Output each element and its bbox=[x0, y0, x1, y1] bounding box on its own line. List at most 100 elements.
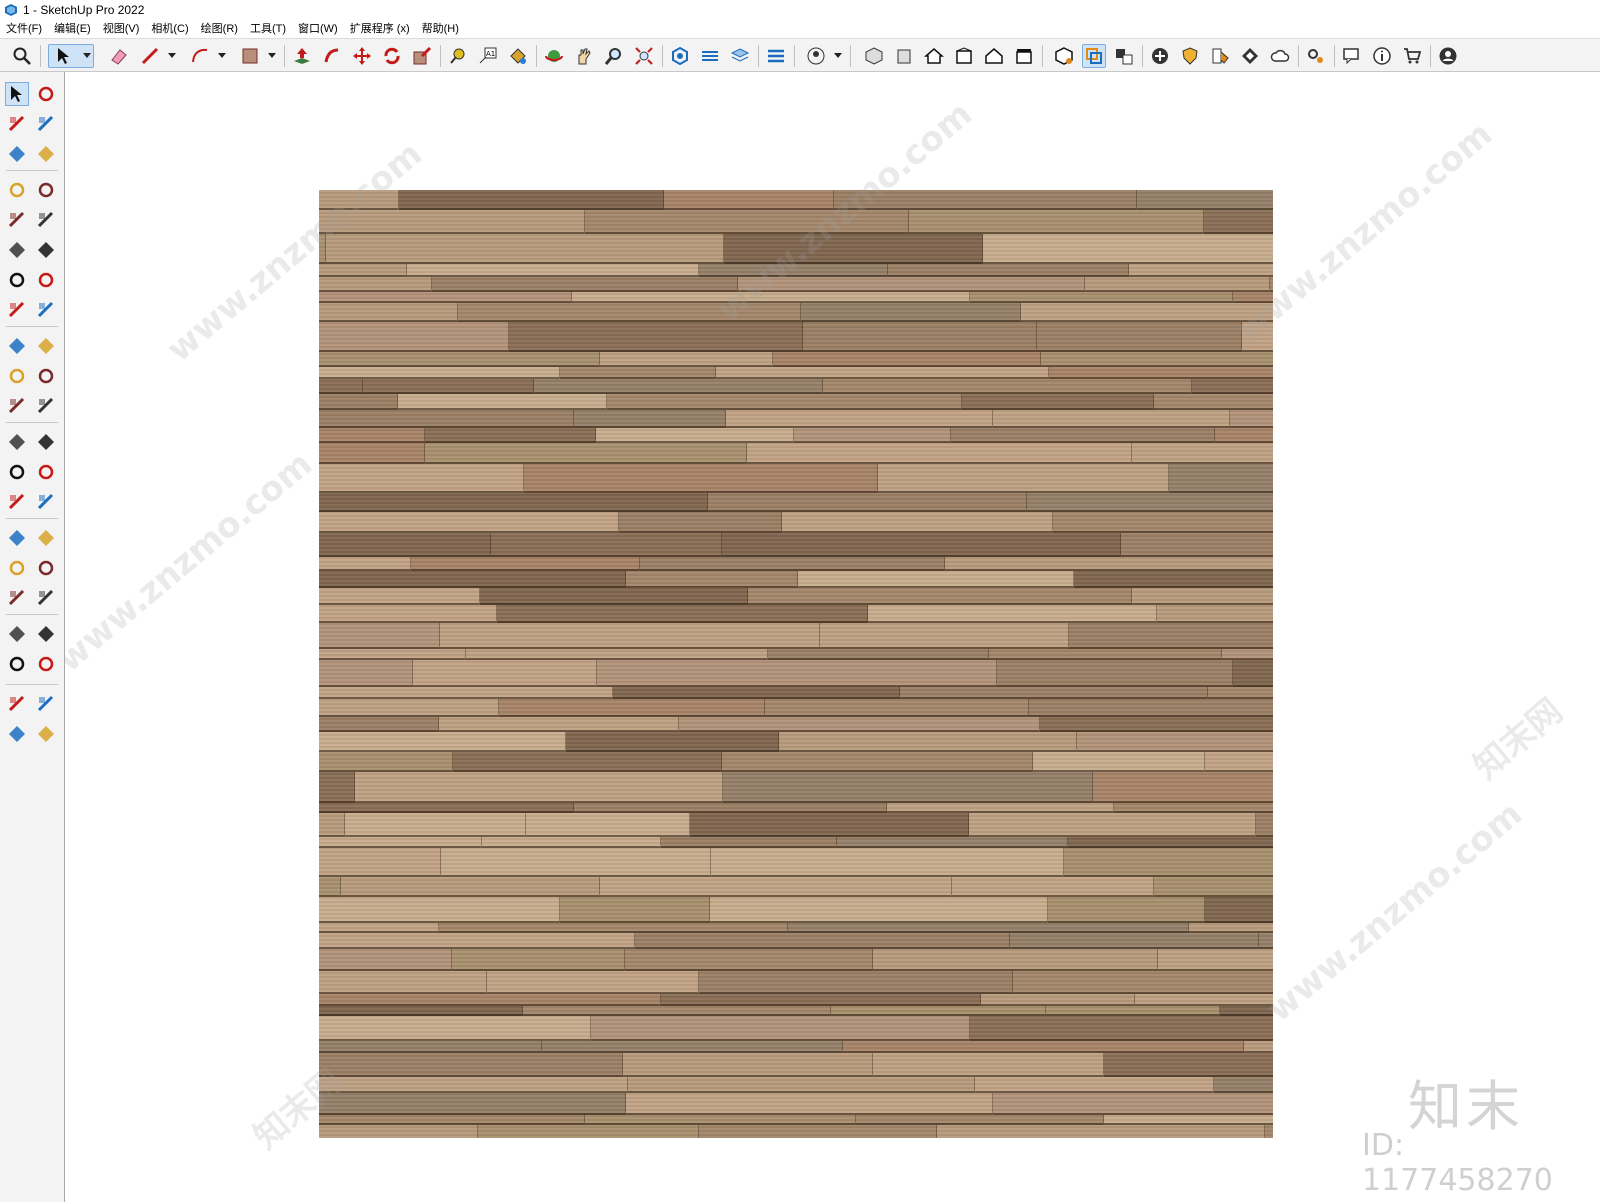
arc-icon[interactable] bbox=[188, 44, 212, 68]
scenes-icon[interactable] bbox=[764, 44, 788, 68]
look-around-icon[interactable] bbox=[34, 622, 58, 646]
extension-manager-icon[interactable] bbox=[1082, 44, 1106, 68]
move-icon[interactable] bbox=[350, 44, 374, 68]
arc-dropdown-icon[interactable] bbox=[218, 53, 226, 58]
menu-edit[interactable]: 编辑(E) bbox=[48, 20, 97, 38]
text-icon[interactable] bbox=[34, 460, 58, 484]
user-icon[interactable] bbox=[804, 44, 828, 68]
3d-text-icon[interactable] bbox=[34, 490, 58, 514]
send-to-layout-icon[interactable] bbox=[1112, 44, 1136, 68]
paint-bucket-icon[interactable] bbox=[5, 112, 29, 136]
zoom-icon[interactable] bbox=[602, 44, 626, 68]
circle-icon[interactable] bbox=[5, 238, 29, 262]
zoom-icon[interactable] bbox=[5, 556, 29, 580]
select-dropdown-icon[interactable] bbox=[83, 53, 91, 58]
protractor-icon[interactable] bbox=[5, 460, 29, 484]
right-view-icon[interactable] bbox=[1012, 44, 1036, 68]
line-icon[interactable] bbox=[5, 178, 29, 202]
tag-icon[interactable] bbox=[34, 142, 58, 166]
orbit-icon[interactable] bbox=[542, 44, 566, 68]
info-icon[interactable] bbox=[1370, 44, 1394, 68]
scale-icon[interactable] bbox=[5, 394, 29, 418]
menu-window[interactable]: 窗口(W) bbox=[292, 20, 344, 38]
polygon-icon[interactable] bbox=[34, 238, 58, 262]
cloud-icon[interactable] bbox=[1268, 44, 1292, 68]
wood-plank bbox=[497, 605, 868, 623]
stamp-icon[interactable] bbox=[5, 722, 29, 746]
axes-icon[interactable] bbox=[5, 490, 29, 514]
texture-icon[interactable] bbox=[1238, 44, 1262, 68]
three-point-arc-icon[interactable] bbox=[34, 298, 58, 322]
settings-icon[interactable] bbox=[1304, 44, 1328, 68]
push-pull-icon[interactable] bbox=[290, 44, 314, 68]
rotate-icon[interactable] bbox=[380, 44, 404, 68]
section-plane-icon[interactable] bbox=[668, 44, 692, 68]
sandbox-icon[interactable] bbox=[698, 44, 722, 68]
position-camera-icon[interactable] bbox=[5, 622, 29, 646]
pie-icon[interactable] bbox=[34, 268, 58, 292]
add-location-icon[interactable] bbox=[1148, 44, 1172, 68]
menu-help[interactable]: 帮助(H) bbox=[416, 20, 465, 38]
pan-icon[interactable] bbox=[34, 526, 58, 550]
left-view-icon[interactable] bbox=[982, 44, 1006, 68]
move-icon[interactable] bbox=[5, 334, 29, 358]
layers-icon[interactable] bbox=[728, 44, 752, 68]
rectangle-dropdown-icon[interactable] bbox=[268, 53, 276, 58]
home-view-icon[interactable] bbox=[922, 44, 946, 68]
dimension-icon[interactable] bbox=[34, 430, 58, 454]
chat-icon[interactable] bbox=[1340, 44, 1364, 68]
offset-icon[interactable] bbox=[34, 394, 58, 418]
zoom-window-icon[interactable] bbox=[34, 556, 58, 580]
menu-camera[interactable]: 相机(C) bbox=[145, 20, 194, 38]
orbit-icon[interactable] bbox=[34, 82, 58, 106]
menu-extensions[interactable]: 扩展程序 (x) bbox=[344, 20, 416, 38]
zoom-extents-icon[interactable] bbox=[5, 586, 29, 610]
scale-icon[interactable] bbox=[410, 44, 434, 68]
walk-icon[interactable] bbox=[5, 652, 29, 676]
back-view-icon[interactable] bbox=[952, 44, 976, 68]
eraser-icon[interactable] bbox=[106, 44, 130, 68]
pencil-icon[interactable] bbox=[138, 44, 162, 68]
section-plane-icon[interactable] bbox=[34, 652, 58, 676]
push-pull-icon[interactable] bbox=[34, 334, 58, 358]
wood-plank bbox=[560, 367, 716, 379]
rectangle-icon[interactable] bbox=[5, 208, 29, 232]
component-icon[interactable] bbox=[5, 142, 29, 166]
menu-draw[interactable]: 绘图(R) bbox=[195, 20, 244, 38]
two-point-arc-icon[interactable] bbox=[5, 298, 29, 322]
tape-measure-icon[interactable] bbox=[446, 44, 470, 68]
iso-view-icon[interactable] bbox=[862, 44, 886, 68]
front-view-icon[interactable] bbox=[892, 44, 916, 68]
tape-measure-icon[interactable] bbox=[5, 430, 29, 454]
sandbox-from-contours-icon[interactable] bbox=[34, 692, 58, 716]
rotate-icon[interactable] bbox=[5, 364, 29, 388]
arc-icon[interactable] bbox=[5, 268, 29, 292]
shield-icon[interactable] bbox=[1178, 44, 1202, 68]
orbit-icon[interactable] bbox=[5, 526, 29, 550]
pan-icon[interactable] bbox=[572, 44, 596, 68]
account-icon[interactable] bbox=[1436, 44, 1460, 68]
search-icon[interactable] bbox=[10, 44, 34, 68]
cart-icon[interactable] bbox=[1400, 44, 1424, 68]
text-icon[interactable]: A1 bbox=[476, 44, 500, 68]
rectangle-icon[interactable] bbox=[238, 44, 262, 68]
model-viewport[interactable]: www.znzmo.com www.znzmo.com www.znzmo.co… bbox=[65, 72, 1600, 1202]
style-icon[interactable] bbox=[1208, 44, 1232, 68]
warehouse-icon[interactable] bbox=[1052, 44, 1076, 68]
follow-me-icon[interactable] bbox=[34, 364, 58, 388]
rotated-rectangle-icon[interactable] bbox=[34, 208, 58, 232]
pencil-dropdown-icon[interactable] bbox=[168, 53, 176, 58]
sandbox-icon[interactable] bbox=[5, 692, 29, 716]
menu-view[interactable]: 视图(V) bbox=[97, 20, 146, 38]
select-icon[interactable] bbox=[5, 82, 29, 106]
freehand-icon[interactable] bbox=[34, 178, 58, 202]
paint-bucket-icon[interactable] bbox=[506, 44, 530, 68]
smoove-icon[interactable] bbox=[34, 722, 58, 746]
zoom-extents-icon[interactable] bbox=[632, 44, 656, 68]
follow-me-icon[interactable] bbox=[320, 44, 344, 68]
menu-file[interactable]: 文件(F) bbox=[0, 20, 48, 38]
menu-tools[interactable]: 工具(T) bbox=[244, 20, 292, 38]
user-dropdown-icon[interactable] bbox=[834, 53, 842, 58]
previous-view-icon[interactable] bbox=[34, 586, 58, 610]
eraser-icon[interactable] bbox=[34, 112, 58, 136]
